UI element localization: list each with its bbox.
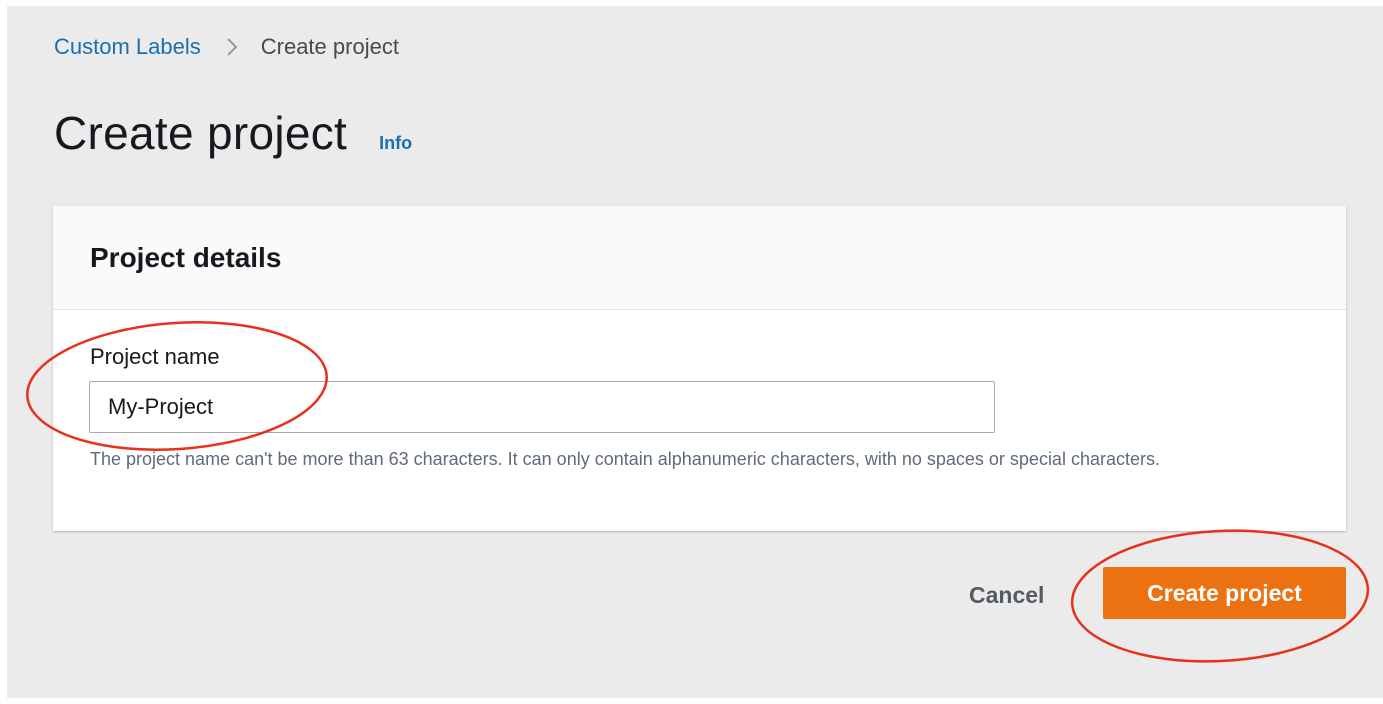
panel-header: Project details [53, 206, 1346, 310]
panel-title: Project details [90, 242, 282, 273]
breadcrumb: Custom Labels Create project [54, 32, 399, 62]
project-name-input[interactable] [89, 381, 995, 433]
page-title: Create project [54, 107, 348, 159]
project-details-panel: Project details Project name The project… [53, 206, 1346, 531]
project-name-label: Project name [90, 344, 220, 369]
create-project-button[interactable]: Create project [1103, 567, 1346, 619]
chevron-right-icon [227, 38, 238, 56]
info-link[interactable]: Info [379, 133, 412, 154]
breadcrumb-current: Create project [260, 34, 399, 59]
cancel-button[interactable]: Cancel [955, 572, 1058, 618]
page-header: Create project Info [54, 106, 412, 160]
project-name-constraint-text: The project name can't be more than 63 c… [90, 449, 1160, 469]
breadcrumb-link-custom-labels[interactable]: Custom Labels [54, 34, 201, 60]
